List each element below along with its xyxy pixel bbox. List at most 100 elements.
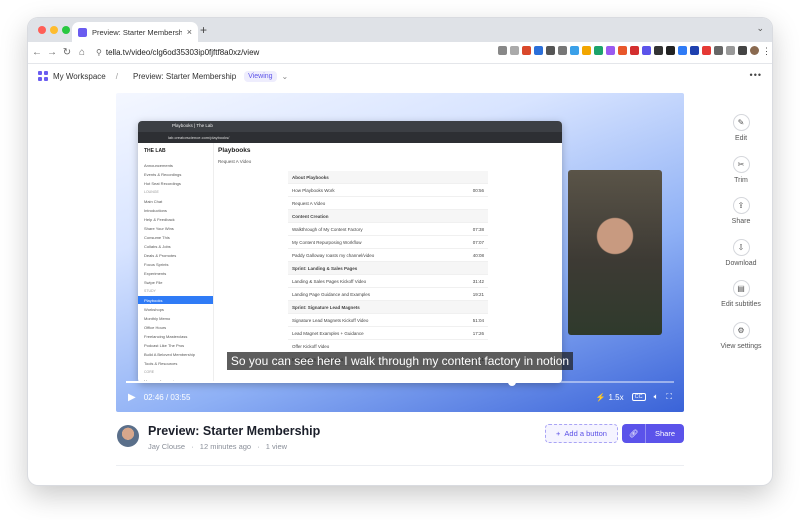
- share-tool[interactable]: ⇪ Share: [714, 197, 768, 239]
- video-meta: Jay Clouse · 12 minutes ago · 1 view: [148, 442, 288, 451]
- close-tab-icon[interactable]: ×: [187, 27, 192, 37]
- inner-sidebar-item: Announcements: [144, 162, 173, 168]
- extensions-bar: ⋮: [498, 46, 771, 56]
- extension-icon[interactable]: [558, 46, 567, 55]
- address-bar[interactable]: ⚲ tella.tv/video/clg6od35303ip0fjftf8a0x…: [96, 48, 259, 57]
- chevron-down-icon[interactable]: ⌄: [756, 23, 764, 34]
- trim-tool[interactable]: ✂ Trim: [714, 155, 768, 198]
- extension-icon[interactable]: [666, 46, 675, 55]
- share-icon[interactable]: ⇪: [732, 197, 750, 214]
- forward-icon[interactable]: →: [46, 47, 58, 58]
- extension-icon[interactable]: [534, 46, 543, 55]
- caption-text: So you can see here I walk through my co…: [226, 352, 574, 370]
- extension-icon[interactable]: [618, 46, 627, 55]
- extension-icon[interactable]: [630, 46, 639, 55]
- inner-row-title: Landing & Sales Pages Kickoff Video: [292, 278, 367, 284]
- inner-address-bar: lab.creatorscience.com/playbooks/: [138, 132, 562, 143]
- add-button-label: Add a button: [564, 429, 607, 438]
- play-icon[interactable]: ▶: [128, 392, 136, 403]
- volume-icon[interactable]: 🔈︎: [654, 392, 659, 402]
- tool-label[interactable]: Edit: [735, 135, 747, 142]
- video-player[interactable]: Playbooks | The Lab lab.creatorscience.c…: [116, 93, 684, 412]
- extension-icon[interactable]: [654, 46, 663, 55]
- divider: [116, 465, 684, 466]
- progress-handle[interactable]: [508, 378, 517, 386]
- inner-playbook-row: How Playbooks Work 00:56: [288, 184, 488, 197]
- home-icon[interactable]: ⌂: [76, 47, 88, 58]
- inner-playbook-row: Landing & Sales Pages Kickoff Video 31:42: [288, 275, 488, 288]
- url-text[interactable]: tella.tv/video/clg6od35303ip0fjftf8a0xz/…: [106, 48, 259, 57]
- tool-label[interactable]: Share: [732, 218, 751, 225]
- progress-bar[interactable]: [126, 378, 674, 386]
- inner-playbook-row: Content Creation: [288, 210, 488, 223]
- puzzle-icon[interactable]: [714, 46, 723, 55]
- share-page-icon[interactable]: [498, 46, 507, 55]
- download-icon[interactable]: ⇩: [732, 238, 750, 256]
- tool-label[interactable]: Download: [725, 260, 756, 267]
- inner-sidebar-item: Swipe File: [144, 279, 163, 285]
- chevron-down-icon[interactable]: ⌄: [282, 72, 289, 81]
- extension-icon[interactable]: [702, 46, 711, 55]
- close-window-button[interactable]: [38, 26, 46, 34]
- maximize-window-button[interactable]: [62, 26, 70, 34]
- back-icon[interactable]: ←: [31, 47, 43, 58]
- tab-bar: Preview: Starter Membership × + ⌄: [28, 18, 772, 42]
- extension-icon[interactable]: [594, 46, 603, 55]
- reload-icon[interactable]: ↻: [61, 47, 73, 58]
- status-badge[interactable]: Viewing: [244, 70, 277, 82]
- inner-playbook-row: Walkthrough of My Content Factory 07:38: [288, 223, 488, 236]
- extension-icon[interactable]: [690, 46, 699, 55]
- author-avatar: [117, 425, 139, 447]
- inner-sidebar-item: Help & Feedback: [144, 216, 175, 222]
- tool-label[interactable]: View settings: [720, 343, 761, 350]
- edit-tool[interactable]: ✎ Edit: [714, 114, 768, 156]
- inner-playbook-row: Sprint: Landing & Sales Pages: [288, 262, 488, 275]
- inner-sidebar-item: Monthly Memo: [144, 315, 171, 321]
- video-title: Preview: Starter Membership: [148, 424, 321, 438]
- extension-icon[interactable]: [606, 46, 615, 55]
- cc-button[interactable]: CC: [631, 393, 646, 401]
- inner-playbook-row: Lead Magnet Examples + Guidance 17:26: [288, 327, 488, 340]
- link-icon[interactable]: 🔗︎: [622, 424, 646, 443]
- scissors-icon[interactable]: ✂: [732, 155, 750, 173]
- breadcrumb-workspace[interactable]: My Workspace: [53, 72, 106, 81]
- inner-sidebar-list: Announcements Events & Recordings Hot Seat…: [138, 161, 213, 383]
- speed-label[interactable]: 1.5x: [609, 393, 624, 402]
- workspace-logo-icon[interactable]: [38, 71, 48, 81]
- browser-tab[interactable]: Preview: Starter Membership ×: [72, 22, 198, 42]
- settings-icon[interactable]: ⚙: [732, 321, 750, 339]
- inner-sidebar-item: STUDY: [144, 289, 156, 293]
- share-label[interactable]: Share: [646, 429, 684, 438]
- extension-icon[interactable]: [582, 46, 591, 55]
- browser-window: Preview: Starter Membership × + ⌄ ← → ↻ …: [28, 18, 772, 485]
- download-tool[interactable]: ⇩ Download: [714, 238, 768, 281]
- reading-list-icon[interactable]: [726, 46, 735, 55]
- profile-avatar[interactable]: [750, 46, 759, 55]
- inner-tab-title: Playbooks | The Lab: [172, 123, 213, 128]
- minimize-window-button[interactable]: [50, 26, 58, 34]
- more-options-icon[interactable]: •••: [750, 70, 762, 80]
- subtitles-icon[interactable]: ▤: [732, 280, 750, 297]
- view-settings-tool[interactable]: ⚙ View settings: [714, 321, 768, 364]
- pencil-icon[interactable]: ✎: [732, 114, 750, 131]
- new-tab-icon[interactable]: +: [200, 23, 207, 37]
- fullscreen-icon[interactable]: ⛶: [666, 392, 672, 402]
- site-info-icon[interactable]: ⚲: [96, 48, 102, 57]
- extension-icon[interactable]: [678, 46, 687, 55]
- subtitles-tool[interactable]: ▤ Edit subtitles: [714, 280, 768, 322]
- bookmark-star-icon[interactable]: [510, 46, 519, 55]
- speed-icon[interactable]: ⚡: [596, 393, 606, 402]
- more-menu-icon[interactable]: ⋮: [762, 46, 771, 56]
- extension-icon[interactable]: [546, 46, 555, 55]
- tool-label[interactable]: Edit subtitles: [721, 301, 761, 308]
- sidebar-icon[interactable]: [738, 46, 747, 55]
- share-button[interactable]: 🔗︎ Share: [622, 424, 684, 443]
- extension-icon[interactable]: [570, 46, 579, 55]
- add-button-button[interactable]: + Add a button: [545, 424, 618, 443]
- extension-icon[interactable]: [642, 46, 651, 55]
- inner-playbook-row: Sprint: Signature Lead Magnets: [288, 301, 488, 314]
- inner-row-duration: 17:26: [472, 330, 484, 336]
- tool-label[interactable]: Trim: [734, 177, 748, 184]
- inner-row-title: Lead Magnet Examples + Guidance: [292, 330, 364, 336]
- extension-icon[interactable]: [522, 46, 531, 55]
